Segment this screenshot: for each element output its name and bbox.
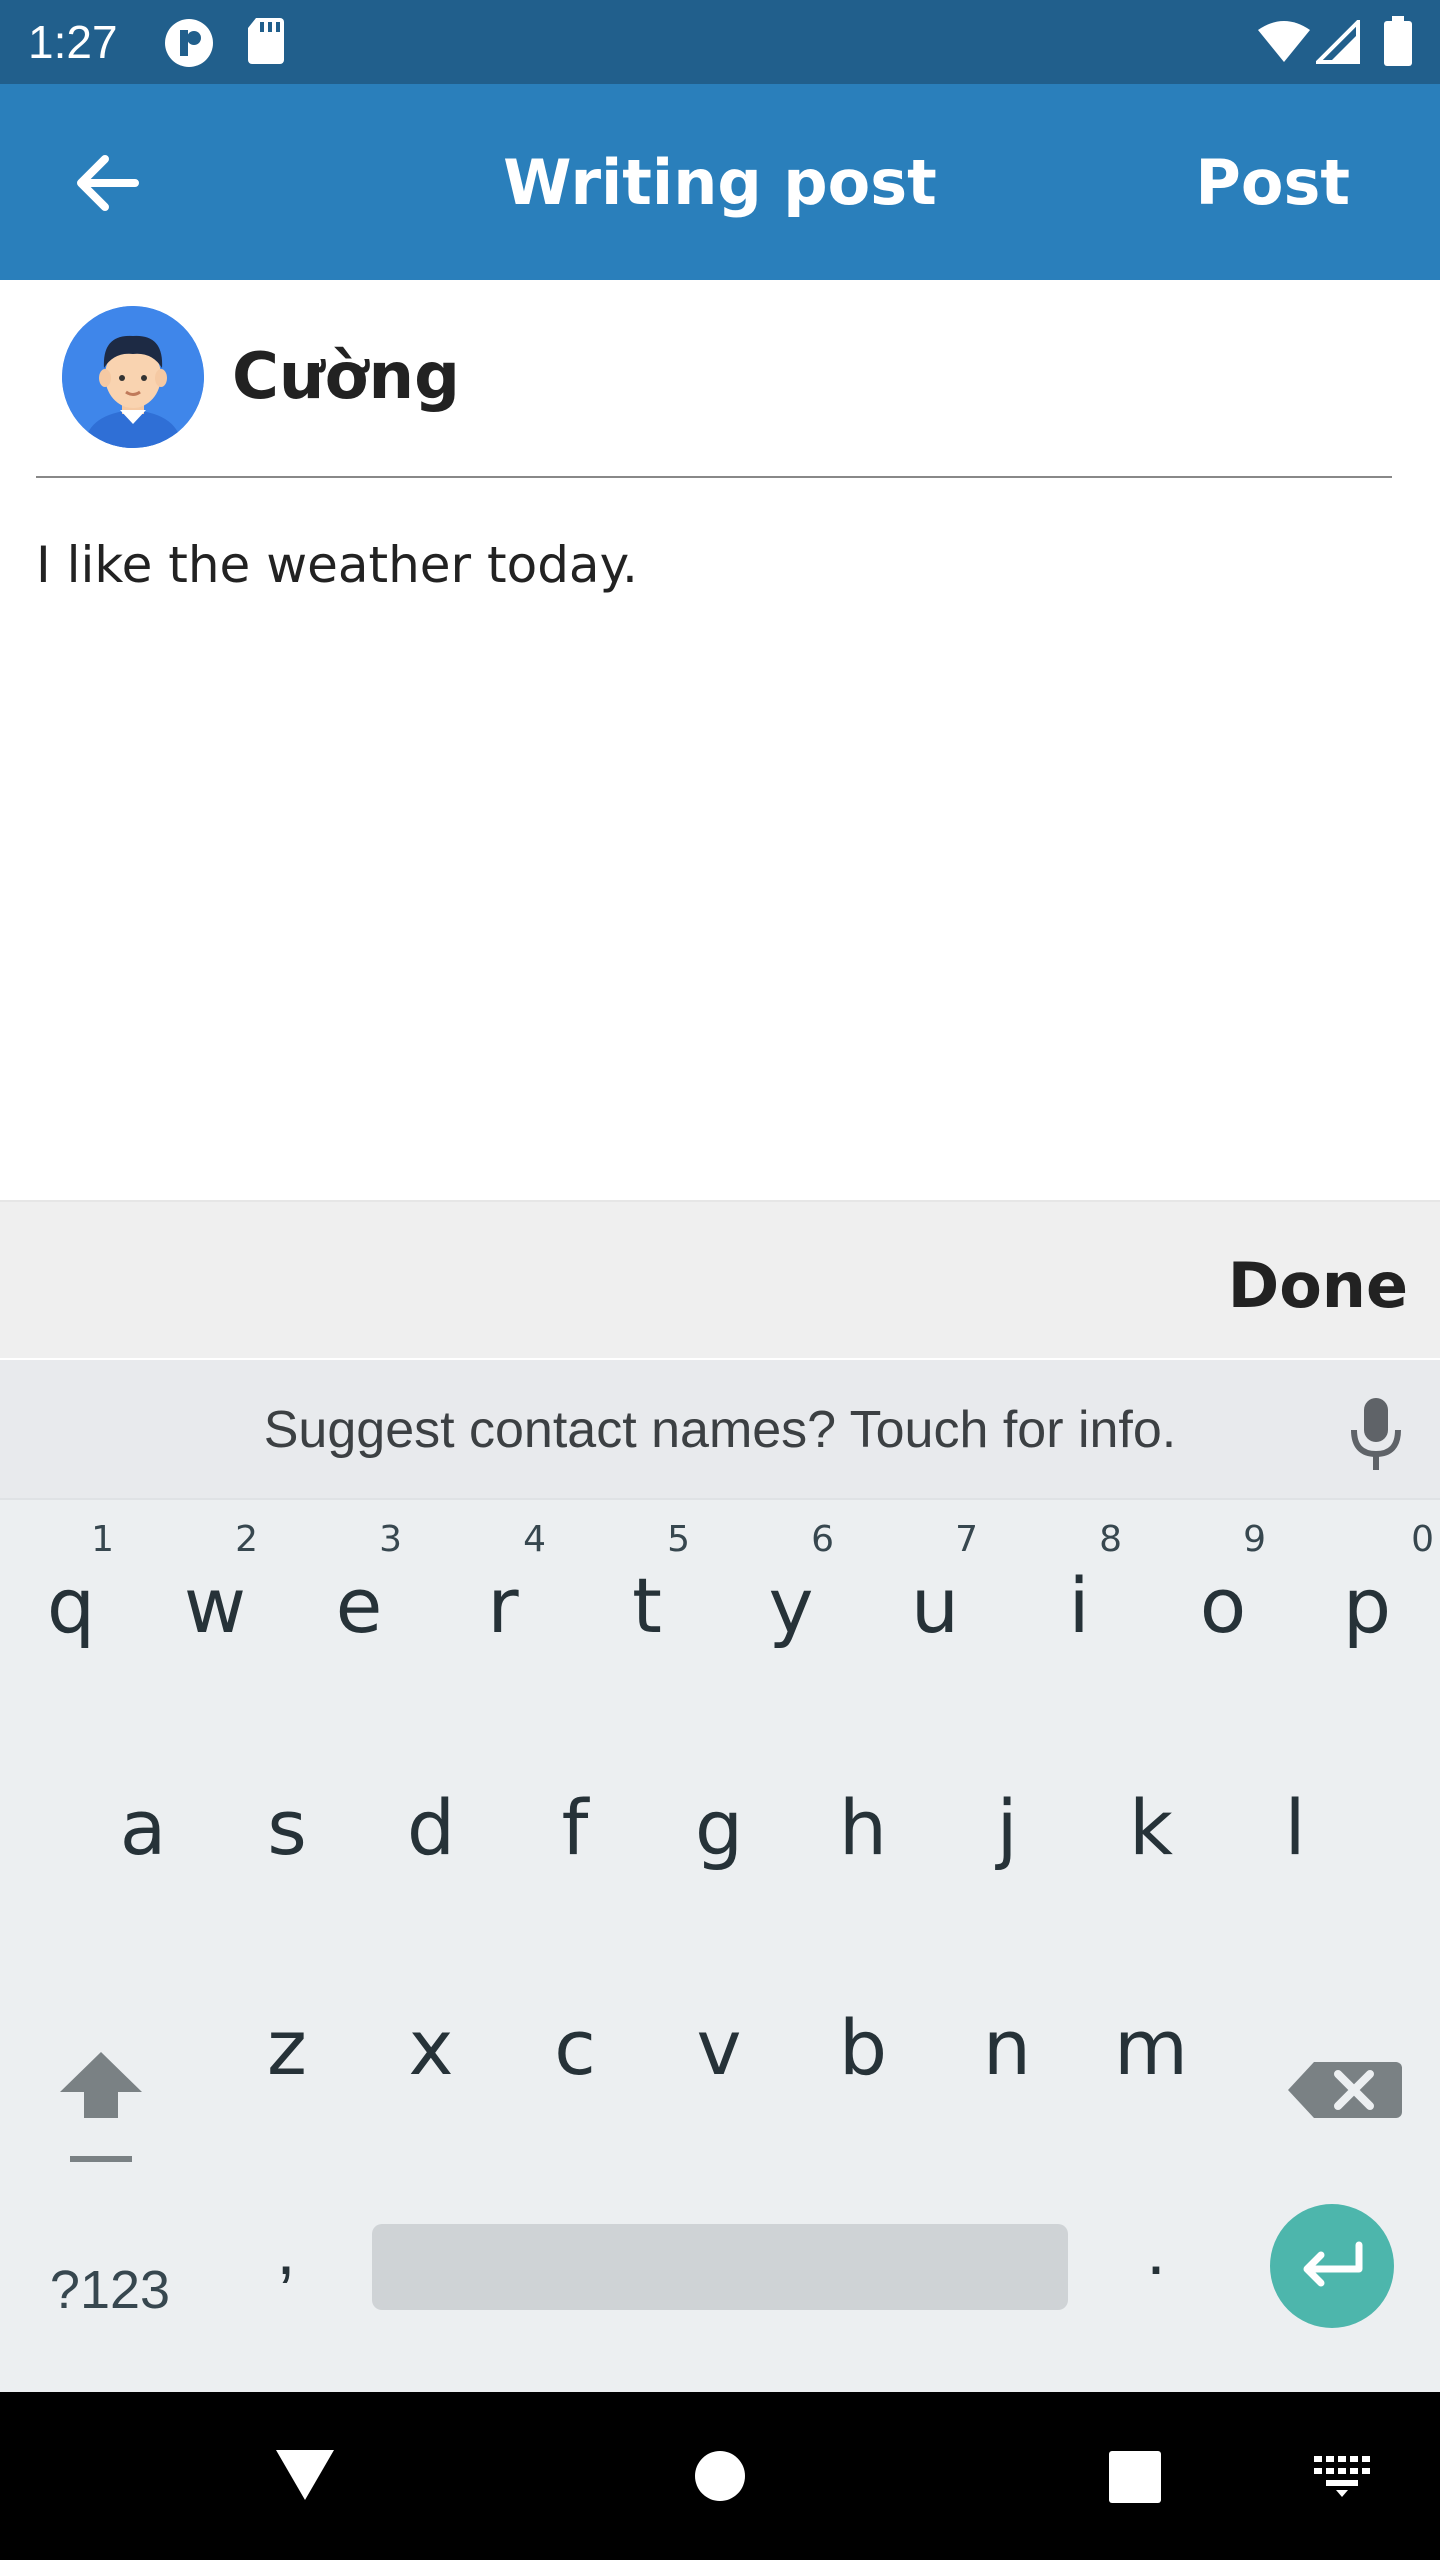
key-label: m [1113,2003,1189,2092]
comma-key[interactable]: , [246,2210,326,2350]
key-hint: 2 [235,1519,258,1560]
key-label: j [996,1783,1018,1872]
recents-square-icon[interactable] [1108,2450,1162,2504]
key-hint: 3 [379,1519,402,1560]
key-b[interactable]: b [798,1950,928,2130]
enter-icon [1303,2241,1363,2287]
keyboard: Suggest contact names? Touch for info. q… [0,1360,1440,2392]
key-label: q [46,1561,96,1650]
key-h[interactable]: h [798,1730,928,1910]
shift-key[interactable] [36,2000,166,2180]
key-o[interactable]: o9 [1158,1508,1288,1688]
key-label: s [267,1783,307,1872]
key-label: w [183,1561,247,1650]
user-avatar-icon [62,306,204,448]
key-w[interactable]: w2 [150,1508,280,1688]
shift-arrow-icon [60,2052,142,2162]
key-d[interactable]: d [366,1730,496,1910]
microphone-button[interactable] [1346,1396,1406,1472]
key-label: n [982,2003,1032,2092]
space-bar[interactable] [372,2224,1068,2310]
key-g[interactable]: g [654,1730,784,1910]
key-label: k [1128,1783,1173,1872]
suggestion-text[interactable]: Suggest contact names? Touch for info. [0,1398,1440,1462]
key-label: i [1068,1561,1090,1650]
symbols-key[interactable]: ?123 [40,2230,180,2350]
key-label: o [1199,1561,1247,1650]
key-hint: 7 [955,1519,978,1560]
key-hint: 8 [1099,1519,1122,1560]
key-t[interactable]: t5 [582,1508,712,1688]
done-button[interactable]: Done [1228,1246,1408,1326]
key-label: a [119,1783,167,1872]
key-hint: 1 [91,1519,114,1560]
avatar [62,306,204,448]
key-hint: 6 [811,1519,834,1560]
key-label: f [561,1783,589,1872]
home-circle-icon[interactable] [694,2450,746,2502]
key-label: p [1342,1561,1392,1650]
key-hint: 4 [523,1519,546,1560]
wifi-icon [1256,20,1312,69]
cell-signal-icon [1313,17,1360,69]
key-label: t [632,1561,662,1650]
key-j[interactable]: j [942,1730,1072,1910]
key-c[interactable]: c [510,1950,640,2130]
key-u[interactable]: u7 [870,1508,1000,1688]
enter-key[interactable] [1270,2204,1394,2328]
microphone-icon [1351,1398,1401,1470]
key-z[interactable]: z [222,1950,352,2130]
divider [36,476,1392,478]
navigation-bar [0,2392,1440,2560]
key-i[interactable]: i8 [1014,1508,1144,1688]
backspace-icon [1288,2062,1402,2118]
key-hint: 5 [667,1519,690,1560]
key-n[interactable]: n [942,1950,1072,2130]
key-k[interactable]: k [1086,1730,1216,1910]
key-q[interactable]: q1 [6,1508,136,1688]
keyboard-switch-icon[interactable] [1312,2454,1372,2498]
suggestion-bar[interactable]: Suggest contact names? Touch for info. [0,1360,1440,1500]
period-key[interactable]: . [1116,2210,1196,2350]
sd-card-icon [246,16,286,71]
key-label: r [487,1561,519,1650]
back-triangle-icon[interactable] [270,2440,340,2510]
user-name: Cường [232,340,460,414]
key-s[interactable]: s [222,1730,352,1910]
key-v[interactable]: v [654,1950,784,2130]
key-e[interactable]: e3 [294,1508,424,1688]
key-hint: 0 [1411,1519,1434,1560]
vpn-key-icon [162,16,216,75]
key-p[interactable]: p0 [1302,1508,1434,1688]
key-label: u [910,1561,960,1650]
key-label: y [768,1561,814,1650]
key-a[interactable]: a [78,1730,208,1910]
key-label: l [1284,1783,1306,1872]
key-label: d [406,1783,456,1872]
key-l[interactable]: l [1230,1730,1360,1910]
key-label: e [335,1561,383,1650]
key-label: g [694,1783,744,1872]
post-button[interactable]: Post [1195,138,1350,228]
app-bar: Writing post Post [0,84,1440,280]
key-m[interactable]: m [1086,1950,1216,2130]
status-time: 1:27 [28,16,118,68]
keyboard-accessory-bar: Done [0,1200,1440,1358]
key-y[interactable]: y6 [726,1508,856,1688]
battery-icon [1384,16,1412,71]
key-label: h [838,1783,888,1872]
backspace-key[interactable] [1278,2000,1408,2180]
key-label: c [554,2003,596,2092]
key-label: x [408,2003,454,2092]
status-bar: 1:27 [0,0,1440,84]
key-label: z [267,2003,307,2092]
key-x[interactable]: x [366,1950,496,2130]
key-label: b [838,2003,888,2092]
key-f[interactable]: f [510,1730,640,1910]
key-label: v [696,2003,742,2092]
post-body-input[interactable]: I like the weather today. [36,530,638,600]
key-r[interactable]: r4 [438,1508,568,1688]
key-hint: 9 [1243,1519,1266,1560]
